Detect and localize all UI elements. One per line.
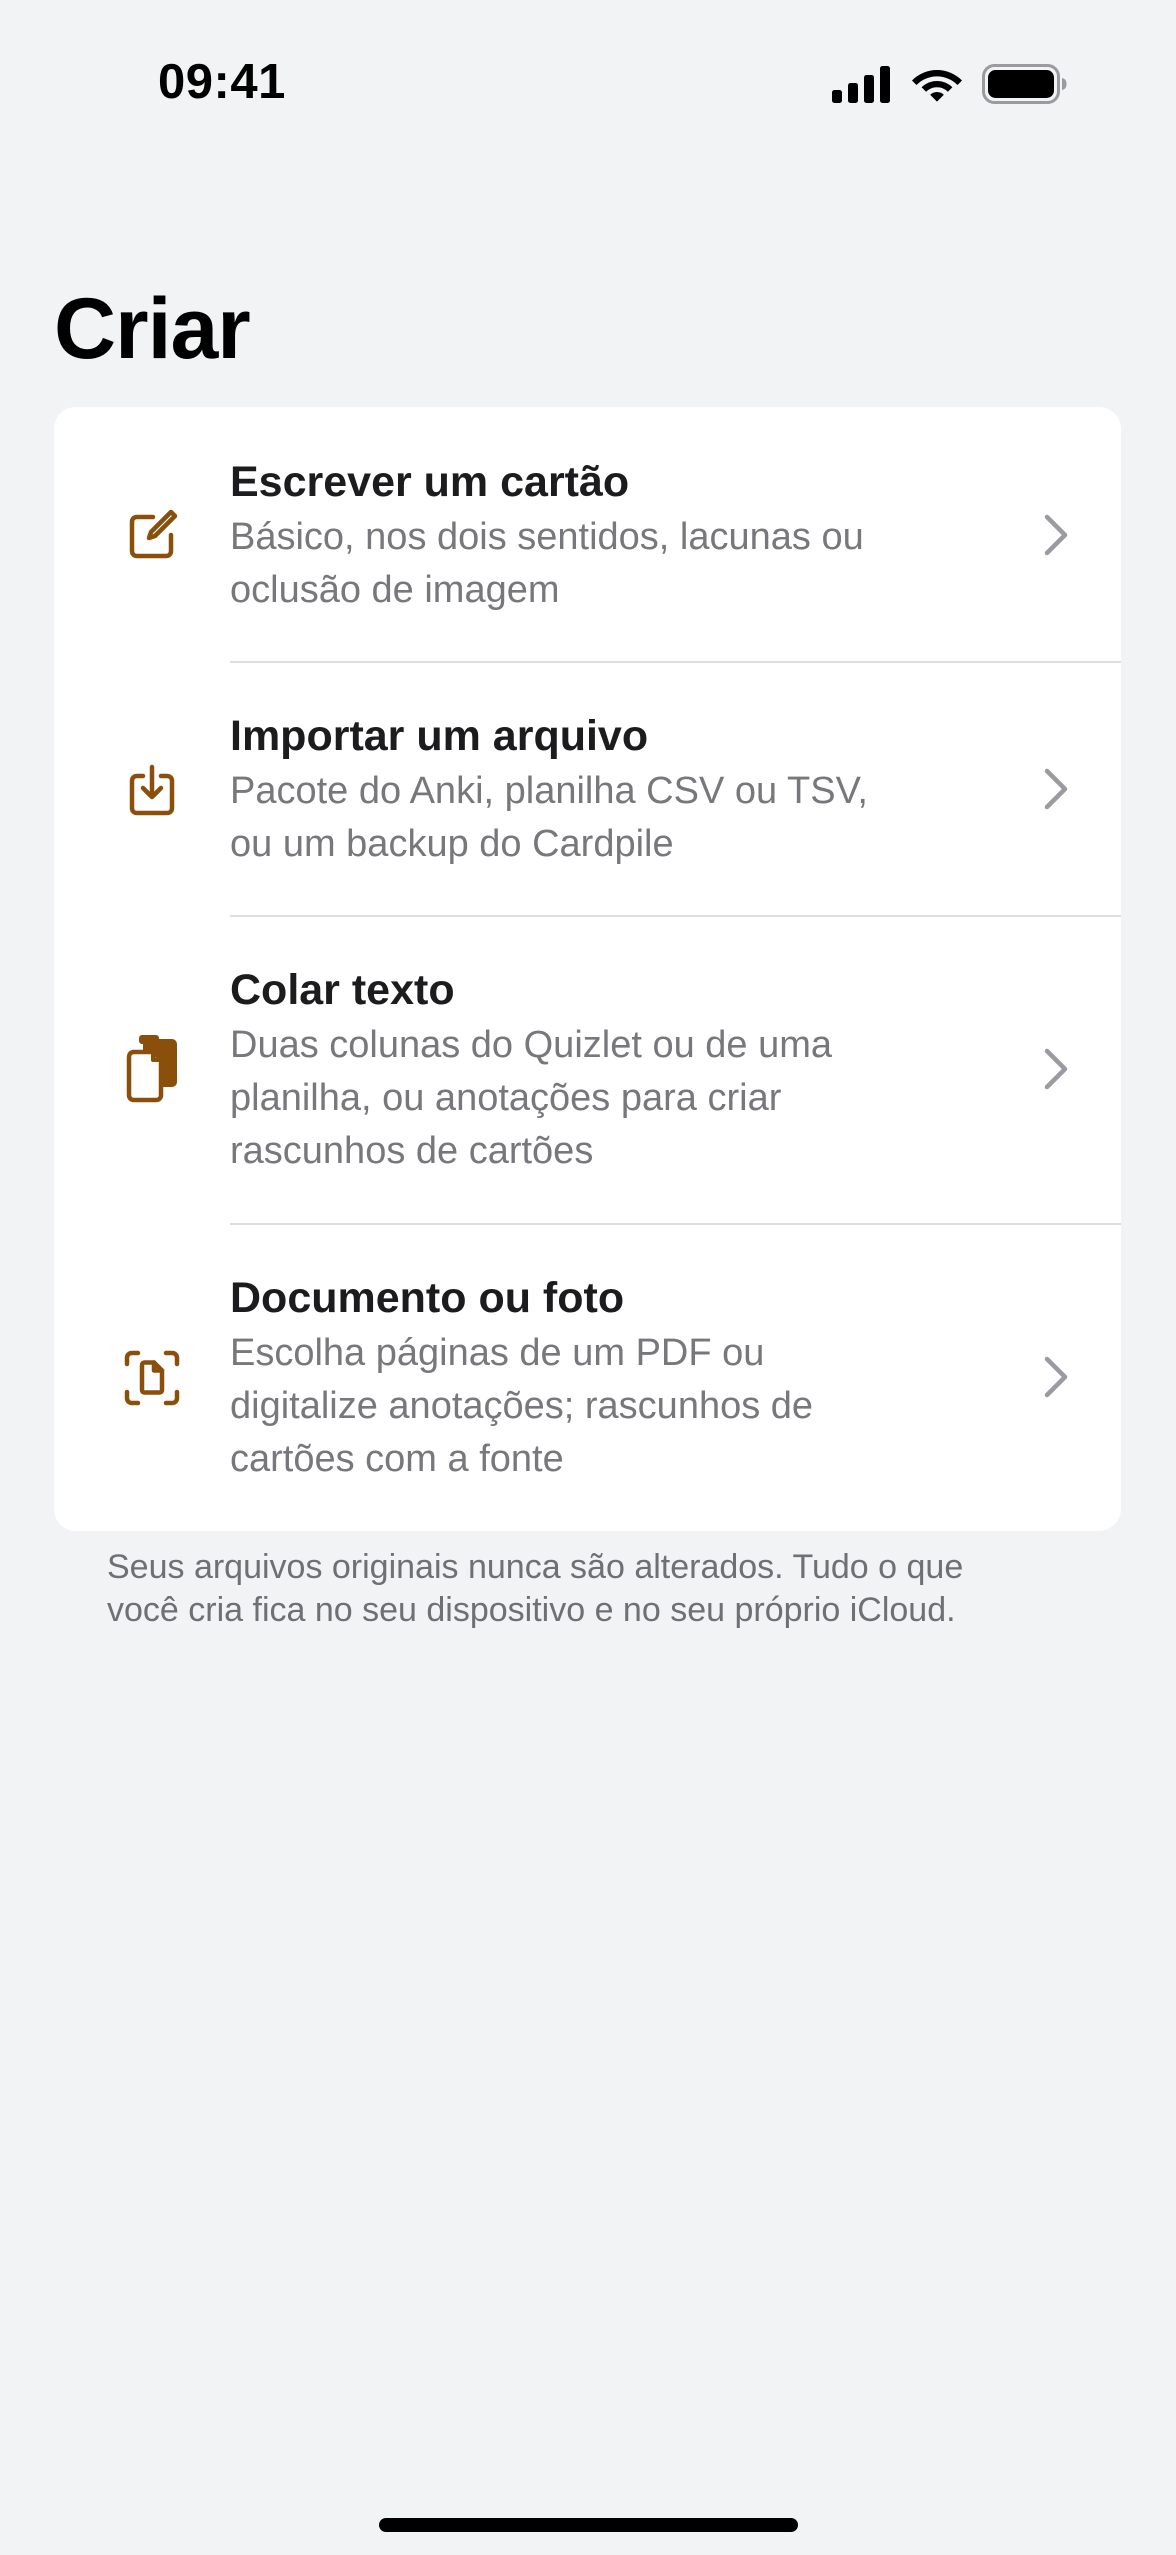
- create-options-list: Escrever um cartão Básico, nos dois sent…: [54, 407, 1121, 1531]
- option-subtitle-line: Duas colunas do Quizlet ou de uma: [230, 1024, 833, 1066]
- option-subtitle-line: cartões com a fonte: [230, 1438, 564, 1480]
- option-subtitle-line: Básico, nos dois sentidos, lacunas ou: [230, 516, 864, 558]
- option-title: Documento ou foto: [230, 1274, 625, 1322]
- option-paste-text[interactable]: Colar texto Duas colunas do Quizlet ou d…: [54, 917, 1121, 1223]
- chevron-right-icon: [1041, 513, 1071, 557]
- option-import-file[interactable]: Importar um arquivo Pacote do Anki, plan…: [54, 663, 1121, 915]
- option-write-card[interactable]: Escrever um cartão Básico, nos dois sent…: [54, 407, 1121, 661]
- paste-document-icon: [120, 1035, 184, 1103]
- wifi-icon: [910, 64, 964, 104]
- status-icons: [832, 64, 1068, 104]
- option-document-photo[interactable]: Documento ou foto Escolha páginas de um …: [54, 1225, 1121, 1531]
- option-text: Escrever um cartão Básico, nos dois sent…: [230, 453, 970, 617]
- option-subtitle-line: Pacote do Anki, planilha CSV ou TSV,: [230, 770, 868, 812]
- home-indicator[interactable]: [379, 2518, 798, 2532]
- status-time: 09:41: [158, 55, 286, 109]
- option-title: Colar texto: [230, 966, 455, 1014]
- compose-icon: [120, 504, 184, 568]
- chevron-right-icon: [1041, 1047, 1071, 1091]
- option-title: Escrever um cartão: [230, 458, 630, 506]
- document-scan-icon: [120, 1346, 184, 1410]
- option-subtitle-line: digitalize anotações; rascunhos de: [230, 1385, 814, 1427]
- footer-note-line: você cria fica no seu dispositivo e no s…: [107, 1591, 956, 1629]
- option-subtitle-line: planilha, ou anotações para criar: [230, 1077, 782, 1119]
- option-subtitle-line: Escolha páginas de um PDF ou: [230, 1332, 765, 1374]
- footer-note-line: Seus arquivos originais nunca são altera…: [107, 1548, 964, 1586]
- option-subtitle-line: rascunhos de cartões: [230, 1130, 594, 1172]
- option-text: Colar texto Duas colunas do Quizlet ou d…: [230, 961, 970, 1178]
- cellular-signal-icon: [832, 65, 892, 103]
- chevron-right-icon: [1041, 1355, 1071, 1399]
- import-tray-icon: [120, 759, 184, 823]
- status-bar: 09:41: [0, 0, 1176, 170]
- option-subtitle-line: oclusão de imagem: [230, 569, 560, 611]
- option-text: Importar um arquivo Pacote do Anki, plan…: [230, 707, 970, 871]
- battery-icon: [982, 64, 1068, 104]
- footer-note: Seus arquivos originais nunca são altera…: [107, 1546, 1067, 1632]
- option-text: Documento ou foto Escolha páginas de um …: [230, 1269, 970, 1486]
- chevron-right-icon: [1041, 767, 1071, 811]
- page-title: Criar: [54, 281, 251, 377]
- option-subtitle-line: ou um backup do Cardpile: [230, 823, 674, 865]
- option-title: Importar um arquivo: [230, 712, 649, 760]
